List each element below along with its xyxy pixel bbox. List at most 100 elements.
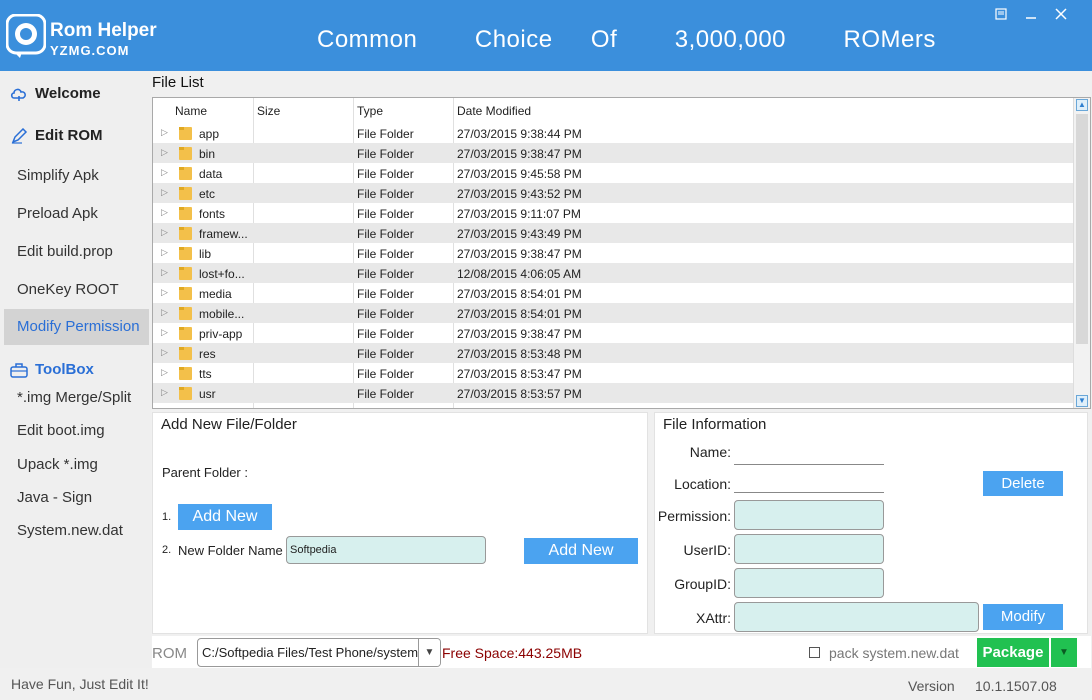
minimize-window-icon[interactable] <box>1020 4 1042 24</box>
modify-button[interactable]: Modify <box>983 604 1063 630</box>
folder-icon <box>179 307 192 320</box>
parent-folder-label: Parent Folder : <box>162 465 248 480</box>
sidebar-item-edit-build-prop[interactable]: Edit build.prop <box>0 235 151 269</box>
sidebar-item-java-sign[interactable]: Java - Sign <box>0 483 151 513</box>
expand-arrow-icon[interactable]: ▷ <box>161 367 168 378</box>
pencil-icon <box>11 128 28 144</box>
expand-arrow-icon[interactable]: ▷ <box>161 187 168 198</box>
file-list-table[interactable]: Name Size Type Date Modified ▷ app File Fo… <box>152 97 1091 409</box>
file-type: File Folder <box>357 287 414 301</box>
file-date: 27/03/2015 9:38:47 PM <box>457 147 582 161</box>
add-new-file-button[interactable]: Add New File <box>178 504 272 551</box>
file-name: tts <box>199 367 212 381</box>
sidebar-edit-rom-label: Edit ROM <box>35 127 103 144</box>
sidebar-item-modify-permission[interactable]: Modify Permission <box>4 309 149 345</box>
file-info-title: File Information <box>663 416 771 433</box>
sidebar-item-system-new-dat[interactable]: System.new.dat <box>0 516 151 546</box>
sidebar-toolbox[interactable]: ToolBox <box>0 351 151 387</box>
column-header-date[interactable]: Date Modified <box>457 104 531 118</box>
table-row[interactable]: ▷ tts File Folder 27/03/2015 8:53:47 PM <box>153 363 1073 383</box>
rom-helper-logo-icon <box>6 14 46 58</box>
permission-input[interactable] <box>734 500 884 530</box>
file-name: fonts <box>199 207 226 221</box>
sidebar-item-img-merge-split[interactable]: *.img Merge/Split <box>0 383 151 413</box>
expand-arrow-icon[interactable]: ▷ <box>161 347 168 358</box>
expand-arrow-icon[interactable]: ▷ <box>161 307 168 318</box>
table-row[interactable]: ▷ media File Folder 27/03/2015 8:54:01 PM <box>153 283 1073 303</box>
file-name: lost+fo... <box>199 267 245 281</box>
expand-arrow-icon[interactable]: ▷ <box>161 387 168 398</box>
chevron-down-icon[interactable]: ▼ <box>418 639 440 666</box>
expand-arrow-icon[interactable]: ▷ <box>161 167 168 178</box>
table-row[interactable]: ▷ app File Folder 27/03/2015 9:38:44 PM <box>153 123 1073 143</box>
add-new-panel: Add New File/Folder Parent Folder : 1. A… <box>152 412 648 634</box>
file-date: 27/03/2015 8:53:57 PM <box>457 387 582 401</box>
file-type: File Folder <box>357 167 414 181</box>
file-date: 27/03/2015 8:54:01 PM <box>457 307 582 321</box>
expand-arrow-icon[interactable]: ▷ <box>161 327 168 338</box>
expand-arrow-icon[interactable]: ▷ <box>161 147 168 158</box>
sidebar-item-upack-img[interactable]: Upack *.img <box>0 450 151 480</box>
file-name: etc <box>199 187 216 201</box>
cloud-icon <box>10 88 26 101</box>
expand-arrow-icon[interactable]: ▷ <box>161 267 168 278</box>
sidebar-item-onekey-root[interactable]: OneKey ROOT <box>0 273 151 307</box>
restore-window-icon[interactable] <box>990 4 1012 24</box>
expand-arrow-icon[interactable]: ▷ <box>161 227 168 238</box>
file-type: File Folder <box>357 147 414 161</box>
vertical-scrollbar[interactable]: ▲ ▼ <box>1073 98 1090 408</box>
pack-system-new-dat-label[interactable]: pack system.new.dat <box>829 645 959 661</box>
userid-label: UserID: <box>683 542 731 558</box>
column-header-type[interactable]: Type <box>357 104 383 118</box>
column-header-name[interactable]: Name <box>175 104 207 118</box>
file-date: 27/03/2015 9:38:47 PM <box>457 247 582 261</box>
package-button[interactable]: Package <box>977 638 1049 667</box>
folder-icon <box>179 247 192 260</box>
file-type: File Folder <box>357 307 414 321</box>
file-date: 27/03/2015 8:53:47 PM <box>457 367 582 381</box>
file-type: File Folder <box>357 267 414 281</box>
sidebar-edit-rom[interactable]: Edit ROM <box>0 117 151 153</box>
table-row[interactable]: ▷ priv-app File Folder 27/03/2015 9:38:47 P… <box>153 323 1073 343</box>
table-row[interactable]: ▷ framew... File Folder 27/03/2015 9:43:49 … <box>153 223 1073 243</box>
rom-path-select[interactable]: C:/Softpedia Files/Test Phone/system.img… <box>197 638 441 667</box>
table-row[interactable]: ▷ lib File Folder 27/03/2015 9:38:47 PM <box>153 243 1073 263</box>
xattr-input[interactable] <box>734 602 979 632</box>
file-type: File Folder <box>357 127 414 141</box>
table-row[interactable]: ▷ bin File Folder 27/03/2015 9:38:47 PM <box>153 143 1073 163</box>
sidebar-welcome[interactable]: Welcome <box>0 75 151 111</box>
table-row[interactable]: ▷ data File Folder 27/03/2015 9:45:58 PM <box>153 163 1073 183</box>
sidebar-item-simplify-apk[interactable]: Simplify Apk <box>0 159 151 193</box>
permission-label: Permission: <box>657 508 731 524</box>
table-row[interactable]: ▷ etc File Folder 27/03/2015 9:43:52 PM <box>153 183 1073 203</box>
table-row[interactable]: ▷ fonts File Folder 27/03/2015 9:11:07 PM <box>153 203 1073 223</box>
rom-label: ROM <box>152 645 187 662</box>
scroll-down-icon[interactable]: ▼ <box>1076 395 1088 407</box>
scroll-up-icon[interactable]: ▲ <box>1076 99 1088 111</box>
expand-arrow-icon[interactable]: ▷ <box>161 287 168 298</box>
expand-arrow-icon[interactable]: ▷ <box>161 127 168 138</box>
sidebar-item-preload-apk[interactable]: Preload Apk <box>0 197 151 231</box>
folder-icon <box>179 187 192 200</box>
delete-button[interactable]: Delete <box>983 471 1063 496</box>
toolbox-icon <box>10 363 28 378</box>
close-window-icon[interactable] <box>1050 4 1072 24</box>
table-row[interactable]: ▷ res File Folder 27/03/2015 8:53:48 PM <box>153 343 1073 363</box>
expand-arrow-icon[interactable]: ▷ <box>161 247 168 258</box>
status-bar: Have Fun, Just Edit It! Version 10.1.150… <box>0 668 1092 700</box>
sidebar-item-edit-boot-img[interactable]: Edit boot.img <box>0 416 151 446</box>
package-dropdown-icon[interactable]: ▼ <box>1051 638 1077 667</box>
table-row[interactable]: ▷ lost+fo... File Folder 12/08/2015 4:06:05… <box>153 263 1073 283</box>
column-header-size[interactable]: Size <box>257 104 280 118</box>
pack-system-new-dat-checkbox[interactable] <box>809 647 820 658</box>
scroll-thumb[interactable] <box>1076 114 1088 344</box>
expand-arrow-icon[interactable]: ▷ <box>161 207 168 218</box>
new-folder-name-input[interactable]: Softpedia <box>286 536 486 564</box>
table-row[interactable]: ▷ usr File Folder 27/03/2015 8:53:57 PM <box>153 383 1073 403</box>
table-row[interactable]: ▷ mobile... File Folder 27/03/2015 8:54:01 … <box>153 303 1073 323</box>
file-type: File Folder <box>357 347 414 361</box>
folder-icon <box>179 267 192 280</box>
userid-input[interactable] <box>734 534 884 564</box>
name-value-field <box>734 464 884 465</box>
groupid-input[interactable] <box>734 568 884 598</box>
